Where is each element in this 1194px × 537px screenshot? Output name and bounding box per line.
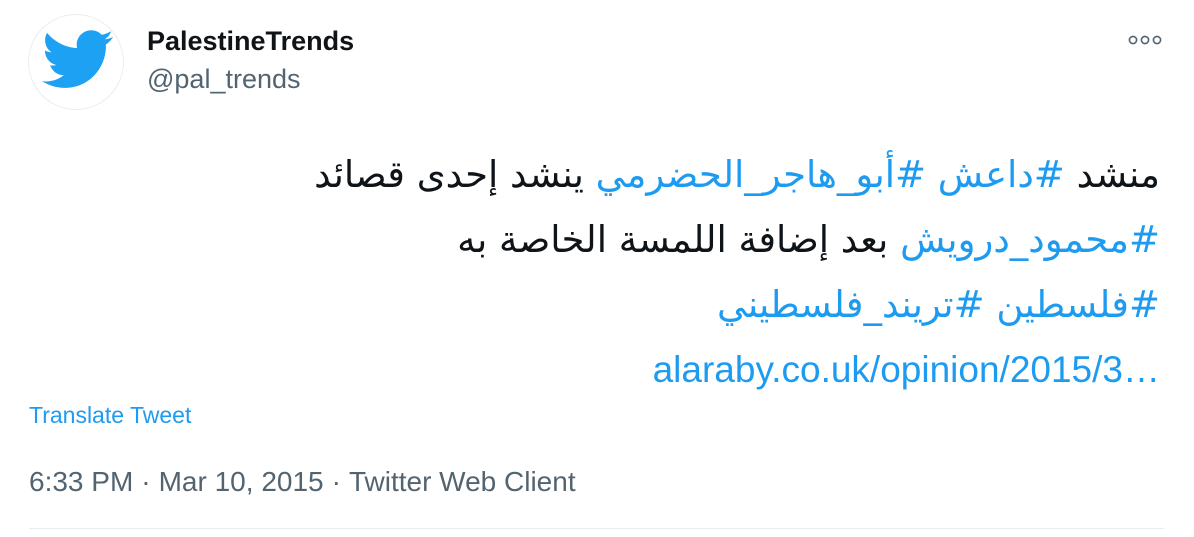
hashtag-link[interactable]: #محمود_درويش [900, 218, 1160, 261]
tweet-text-segment [985, 283, 997, 326]
tweet-text-segment [926, 153, 938, 196]
tweet-date[interactable]: Mar 10, 2015 [159, 466, 324, 497]
tweet-line-2: #محمود_درويش بعد إضافة اللمسة الخاصة به [60, 207, 1160, 272]
hashtag-link[interactable]: #أبو_هاجر_الحضرمي [596, 153, 926, 196]
tweet-line-3: #فلسطين #تريند_فلسطيني [60, 272, 1160, 337]
more-options-icon [1128, 35, 1162, 45]
twitter-bird-icon [42, 30, 113, 88]
user-handle[interactable]: @pal_trends [147, 64, 301, 95]
translate-tweet-link[interactable]: Translate Tweet [29, 402, 191, 429]
tweet-client[interactable]: Twitter Web Client [349, 466, 576, 497]
hashtag-link[interactable]: #فلسطين [996, 283, 1160, 326]
display-name[interactable]: PalestineTrends [147, 26, 354, 57]
hashtag-link[interactable]: #داعش [938, 153, 1065, 196]
tweet-text-segment: منشد [1064, 153, 1160, 196]
tweet-time[interactable]: 6:33 PM [29, 466, 133, 497]
tweet-meta: 6:33 PM · Mar 10, 2015 · Twitter Web Client [29, 466, 576, 498]
meta-separator: · [141, 466, 151, 497]
tweet-text: منشد #داعش #أبو_هاجر_الحضرمي ينشد إحدى ق… [60, 142, 1160, 402]
more-options-button[interactable] [1128, 28, 1162, 52]
tweet-text-segment: ينشد إحدى قصائد [314, 153, 596, 196]
divider [29, 528, 1164, 529]
avatar[interactable] [28, 14, 124, 110]
tweet-text-segment: بعد إضافة اللمسة الخاصة به [457, 218, 901, 261]
meta-separator: · [331, 466, 341, 497]
tweet-card: PalestineTrends @pal_trends منشد #داعش #… [0, 0, 1194, 537]
tweet-link[interactable]: alaraby.co.uk/opinion/2015/3… [60, 337, 1160, 402]
tweet-line-1: منشد #داعش #أبو_هاجر_الحضرمي ينشد إحدى ق… [60, 142, 1160, 207]
hashtag-link[interactable]: #تريند_فلسطيني [717, 283, 985, 326]
